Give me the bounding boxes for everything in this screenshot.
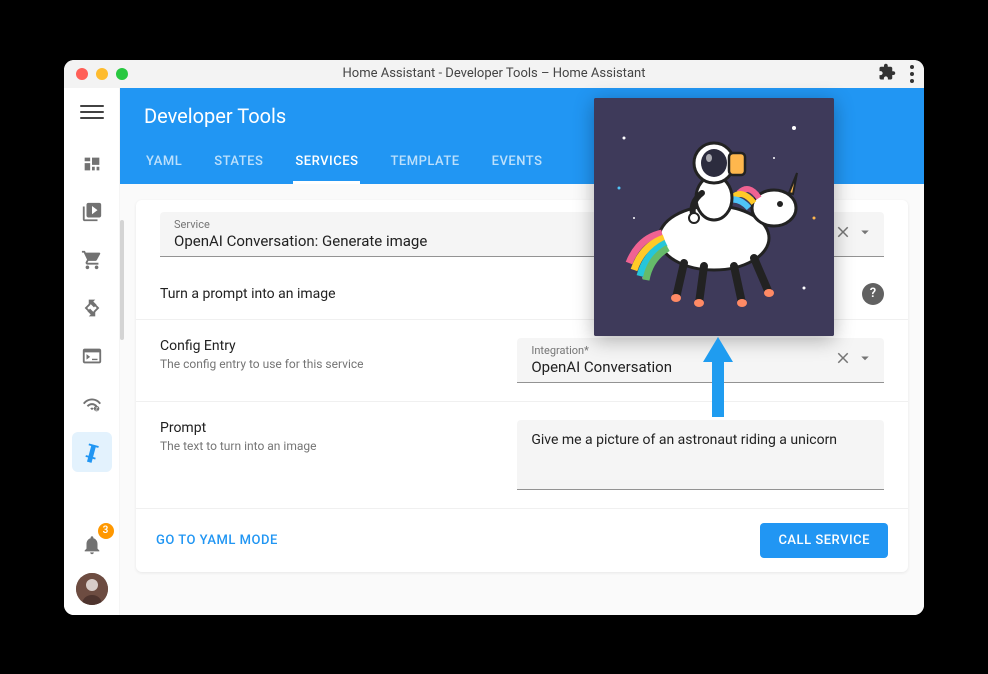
- chevron-down-icon[interactable]: [856, 349, 874, 371]
- user-avatar[interactable]: [76, 573, 108, 605]
- config-entry-field-value: OpenAI Conversation: [531, 358, 834, 376]
- tab-events[interactable]: EVENTS: [490, 146, 545, 184]
- titlebar: Home Assistant - Developer Tools – Home …: [64, 60, 924, 88]
- svg-text:Z: Z: [95, 406, 98, 412]
- sidebar-item-terminal[interactable]: [72, 336, 112, 376]
- clear-icon[interactable]: [834, 349, 852, 371]
- tab-template[interactable]: TEMPLATE: [388, 146, 461, 184]
- call-service-button[interactable]: CALL SERVICE: [760, 523, 888, 558]
- dashboard-icon: [81, 153, 103, 175]
- generated-image-preview: [594, 98, 834, 336]
- sidebar: Z 3: [64, 88, 120, 615]
- service-description: Turn a prompt into an image: [160, 286, 336, 302]
- prompt-row: Prompt The text to turn into an image Gi…: [136, 402, 908, 509]
- astronaut-unicorn-illustration: [594, 98, 834, 336]
- more-menu-button[interactable]: [910, 65, 914, 83]
- terminal-icon: [81, 345, 103, 367]
- sidebar-item-devtools[interactable]: [72, 432, 112, 472]
- close-window-button[interactable]: [76, 68, 88, 80]
- hamburger-menu-button[interactable]: [80, 100, 104, 124]
- notification-badge: 3: [98, 523, 114, 539]
- traffic-lights: [76, 68, 128, 80]
- titlebar-actions: [878, 63, 914, 85]
- sidebar-item-shopping[interactable]: [72, 240, 112, 280]
- prompt-input[interactable]: Give me a picture of an astronaut riding…: [517, 420, 884, 490]
- prompt-help: The text to turn into an image: [160, 439, 493, 453]
- extension-icon[interactable]: [878, 63, 896, 85]
- scrollbar[interactable]: [120, 220, 124, 340]
- tab-services[interactable]: SERVICES: [293, 146, 360, 184]
- sidebar-item-code[interactable]: [72, 288, 112, 328]
- annotation-arrow: [698, 332, 738, 426]
- app-window: Home Assistant - Developer Tools – Home …: [64, 60, 924, 615]
- config-entry-label: Config Entry: [160, 338, 493, 354]
- wifi-icon: Z: [81, 393, 103, 415]
- sidebar-item-media[interactable]: [72, 192, 112, 232]
- config-entry-field-label: Integration*: [531, 344, 834, 357]
- tab-states[interactable]: STATES: [212, 146, 265, 184]
- chevron-down-icon[interactable]: [856, 223, 874, 245]
- go-to-yaml-button[interactable]: GO TO YAML MODE: [156, 533, 278, 548]
- minimize-window-button[interactable]: [96, 68, 108, 80]
- sidebar-item-zwave[interactable]: Z: [72, 384, 112, 424]
- help-icon[interactable]: ?: [862, 283, 884, 305]
- prompt-value: Give me a picture of an astronaut riding…: [531, 432, 870, 448]
- cart-icon: [81, 249, 103, 271]
- hammer-icon: [81, 441, 103, 463]
- config-entry-help: The config entry to use for this service: [160, 357, 493, 371]
- clear-icon[interactable]: [834, 223, 852, 245]
- tab-yaml[interactable]: YAML: [144, 146, 184, 184]
- sidebar-item-dashboard[interactable]: [72, 144, 112, 184]
- window-title: Home Assistant - Developer Tools – Home …: [64, 66, 924, 81]
- bell-icon: [81, 534, 103, 556]
- media-icon: [81, 201, 103, 223]
- card-footer: GO TO YAML MODE CALL SERVICE: [136, 509, 908, 572]
- code-icon: [81, 297, 103, 319]
- maximize-window-button[interactable]: [116, 68, 128, 80]
- sidebar-notifications-button[interactable]: 3: [72, 525, 112, 565]
- prompt-label: Prompt: [160, 420, 493, 436]
